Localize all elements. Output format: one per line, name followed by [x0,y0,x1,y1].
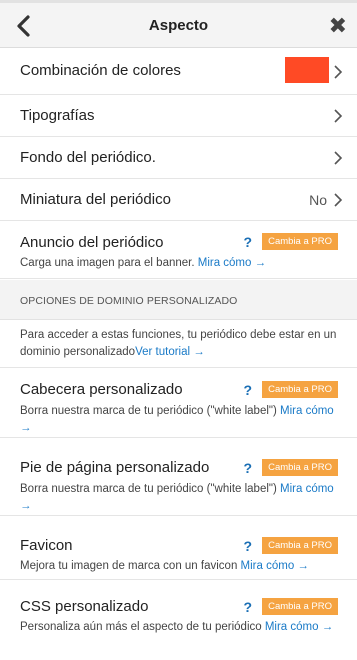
row-custom-css: CSS personalizado ? Cambia a PRO Persona… [0,580,357,660]
help-icon[interactable]: ? [244,460,253,476]
chevron-right-icon [334,65,343,79]
row-favicon: Favicon ? Cambia a PRO Mejora tu imagen … [0,516,357,580]
row-label: Tipografías [20,107,95,124]
upgrade-pro-button[interactable]: Cambia a PRO [262,537,338,554]
help-icon[interactable]: ? [244,234,253,250]
how-to-link[interactable]: Mira cómo → [198,257,266,269]
row-typography[interactable]: Tipografías [0,95,357,137]
pro-group: ? Cambia a PRO [244,233,338,250]
info-text-wrap: Para acceder a estas funciones, tu perió… [20,327,339,361]
how-to-link[interactable]: Mira cómo → [265,621,333,633]
help-icon[interactable]: ? [244,599,253,615]
close-icon[interactable]: ✖ [329,15,347,37]
section-header: OPCIONES DE DOMINIO PERSONALIZADO [0,280,357,320]
description-text: Personaliza aún más el aspecto de tu per… [20,621,265,633]
page-title: Aspecto [148,17,209,34]
header-bar: Aspecto ✖ [0,0,357,48]
row-label: Cabecera personalizado [20,381,183,398]
row-custom-header: Cabecera personalizado ? Cambia a PRO Bo… [0,368,357,438]
row-label: Miniatura del periódico [20,191,171,208]
row-description: Mejora tu imagen de marca con un favicon… [20,558,339,575]
help-icon[interactable]: ? [244,382,253,398]
row-label: Combinación de colores [20,62,181,79]
description-text: Borra nuestra marca de tu periódico ("wh… [20,483,281,495]
pro-group: ? Cambia a PRO [244,459,338,476]
thumbnail-value: No [309,192,327,208]
pro-group: ? Cambia a PRO [244,537,338,554]
upgrade-pro-button[interactable]: Cambia a PRO [262,381,338,398]
section-title: OPCIONES DE DOMINIO PERSONALIZADO [20,295,238,307]
custom-domain-info: Para acceder a estas funciones, tu perió… [0,320,357,368]
help-icon[interactable]: ? [244,538,253,554]
pro-group: ? Cambia a PRO [244,381,338,398]
upgrade-pro-button[interactable]: Cambia a PRO [262,233,338,250]
upgrade-pro-button[interactable]: Cambia a PRO [262,459,338,476]
row-label: CSS personalizado [20,598,149,615]
how-to-link[interactable]: Mira cómo → [241,560,309,572]
row-description: Personaliza aún más el aspecto de tu per… [20,619,339,636]
description-text: Borra nuestra marca de tu periódico ("wh… [20,405,281,417]
pro-group: ? Cambia a PRO [244,598,338,615]
row-color-scheme[interactable]: Combinación de colores [0,48,357,95]
color-swatch [285,57,329,83]
row-description: Borra nuestra marca de tu periódico ("wh… [20,403,339,437]
row-label: Anuncio del periódico [20,234,164,251]
upgrade-pro-button[interactable]: Cambia a PRO [262,598,338,615]
row-newspaper-ad: Anuncio del periódico ? Cambia a PRO Car… [0,221,357,279]
row-thumbnail[interactable]: Miniatura del periódico No [0,179,357,221]
chevron-right-icon [334,193,343,207]
description-text: Carga una imagen para el banner. [20,257,198,269]
row-label: Favicon [20,537,73,554]
row-label: Pie de página personalizado [20,459,210,476]
chevron-right-icon [334,151,343,165]
row-custom-footer: Pie de página personalizado ? Cambia a P… [0,438,357,516]
row-description: Carga una imagen para el banner. Mira có… [20,255,339,272]
row-description: Borra nuestra marca de tu periódico ("wh… [20,481,339,515]
chevron-right-icon [334,109,343,123]
row-label: Fondo del periódico. [20,149,156,166]
tutorial-link[interactable]: Ver tutorial → [135,346,205,358]
description-text: Mejora tu imagen de marca con un favicon [20,560,241,572]
row-background[interactable]: Fondo del periódico. [0,137,357,179]
